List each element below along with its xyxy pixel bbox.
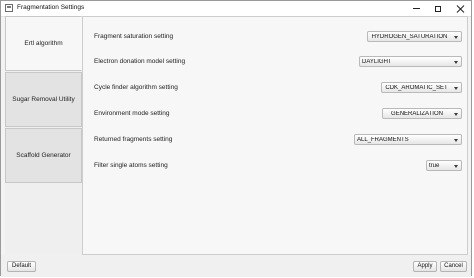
returned-fragments-label: Returned fragments setting (94, 136, 173, 143)
tab-label: Sugar Removal Utility (12, 96, 75, 103)
electron-donation-label: Electron donation model setting (94, 58, 186, 65)
maximize-icon (435, 5, 441, 12)
title-bar: Fragmentation Settings (1, 1, 471, 17)
maximize-button[interactable] (427, 1, 449, 16)
cycle-finder-dropdown[interactable]: CDK_AROMATIC_SET (381, 82, 462, 93)
tab-sugar-removal-utility[interactable]: Sugar Removal Utility (5, 72, 82, 127)
dropdown-value: ALL_FRAGMENTS (357, 136, 409, 143)
fragment-saturation-dropdown[interactable]: HYDROGEN_SATURATION (367, 31, 462, 42)
settings-window: Fragmentation Settings Ertl algorithm Su… (0, 0, 472, 277)
filter-single-atoms-dropdown[interactable]: true (426, 160, 462, 171)
dropdown-value: CDK_AROMATIC_SET (385, 84, 448, 91)
chevron-down-icon (454, 87, 458, 90)
apply-button[interactable]: Apply (413, 261, 437, 272)
tab-scaffold-generator[interactable]: Scaffold Generator (5, 128, 82, 183)
environment-mode-dropdown[interactable]: GENERALIZATION (382, 108, 462, 119)
minimize-button[interactable] (405, 1, 427, 16)
electron-donation-dropdown[interactable]: DAYLIGHT (359, 56, 462, 67)
close-button[interactable] (449, 1, 471, 16)
tab-label: Ertl algorithm (24, 40, 63, 47)
tab-strip: Ertl algorithm Sugar Removal Utility Sca… (5, 16, 82, 255)
chevron-down-icon (454, 165, 458, 168)
chevron-down-icon (454, 61, 458, 64)
chevron-down-icon (454, 113, 458, 116)
cancel-button[interactable]: Cancel (440, 261, 467, 272)
button-bar: Default Apply Cancel (1, 255, 471, 277)
cycle-finder-label: Cycle finder algorithm setting (94, 84, 178, 91)
dropdown-value: HYDROGEN_SATURATION (371, 33, 448, 40)
fragment-saturation-label: Fragment saturation setting (94, 33, 174, 40)
chevron-down-icon (454, 139, 458, 142)
tab-label: Scaffold Generator (16, 152, 71, 159)
returned-fragments-dropdown[interactable]: ALL_FRAGMENTS (354, 134, 462, 145)
app-window-icon (5, 4, 13, 12)
minimize-icon (412, 8, 420, 9)
default-button[interactable]: Default (7, 261, 36, 272)
window-title: Fragmentation Settings (17, 4, 85, 11)
tab-ertl-algorithm[interactable]: Ertl algorithm (5, 16, 82, 71)
dropdown-value: GENERALIZATION (391, 110, 443, 117)
filter-single-atoms-label: Filter single atoms setting (94, 162, 168, 169)
close-icon (456, 5, 464, 13)
environment-mode-label: Environment mode setting (94, 110, 170, 117)
dropdown-value: DAYLIGHT (362, 58, 392, 65)
chevron-down-icon (454, 36, 458, 39)
dropdown-value: true (429, 162, 440, 169)
settings-panel: Fragment saturation setting HYDROGEN_SAT… (82, 16, 468, 255)
